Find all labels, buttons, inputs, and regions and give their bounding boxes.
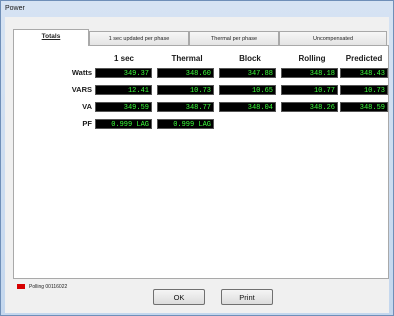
watts-thermal-value: 348.60 xyxy=(157,68,214,78)
tab-thermal-per-phase[interactable]: Thermal per phase xyxy=(189,31,279,45)
row-label-watts: Watts xyxy=(71,68,92,77)
watts-predicted-value: 348.43 xyxy=(340,68,388,78)
tab-1-sec-updated-per-phase[interactable]: 1 sec updated per phase xyxy=(89,31,189,45)
vars-rolling-value: 10.77 xyxy=(281,85,338,95)
va-predicted-value: 348.59 xyxy=(340,102,388,112)
totals-panel: 1 sec Thermal Block Rolling Predicted Wa… xyxy=(13,45,389,279)
va-rolling-value: 348.26 xyxy=(281,102,338,112)
vars-block-value: 10.65 xyxy=(219,85,276,95)
watts-rolling-value: 348.18 xyxy=(281,68,338,78)
column-header-predicted: Predicted xyxy=(345,54,383,63)
vars-1-sec-value: 12.41 xyxy=(95,85,152,95)
pf-thermal-value: 0.999 LAG xyxy=(157,119,214,129)
column-header-rolling: Rolling xyxy=(298,54,326,63)
vars-thermal-value: 10.73 xyxy=(157,85,214,95)
print-button[interactable]: Print xyxy=(221,289,273,305)
column-header-1-sec: 1 sec xyxy=(113,54,135,63)
status-bar: Polling 00116022 xyxy=(17,282,67,292)
watts-1-sec-value: 349.37 xyxy=(95,68,152,78)
watts-block-value: 347.88 xyxy=(219,68,276,78)
row-label-pf: PF xyxy=(82,119,92,128)
tab-uncompensated[interactable]: Uncompensated xyxy=(279,31,387,45)
row-label-va: VA xyxy=(82,102,92,111)
pf-1-sec-value: 0.999 LAG xyxy=(95,119,152,129)
row-label-vars: VARS xyxy=(71,85,92,94)
dialog-client-area: Totals 1 sec updated per phase Thermal p… xyxy=(5,17,389,313)
tab-totals[interactable]: Totals xyxy=(13,29,89,46)
va-1-sec-value: 349.59 xyxy=(95,102,152,112)
polling-status-indicator-icon xyxy=(17,284,25,290)
window-title: Power xyxy=(5,5,25,12)
column-header-thermal: Thermal xyxy=(171,54,203,63)
power-window: Power Totals 1 sec updated per phase The… xyxy=(0,0,394,316)
va-thermal-value: 348.77 xyxy=(157,102,214,112)
vars-predicted-value: 10.73 xyxy=(340,85,388,95)
va-block-value: 348.04 xyxy=(219,102,276,112)
column-header-block: Block xyxy=(239,54,261,63)
polling-status-text: Polling 00116022 xyxy=(29,284,68,290)
ok-button[interactable]: OK xyxy=(153,289,205,305)
